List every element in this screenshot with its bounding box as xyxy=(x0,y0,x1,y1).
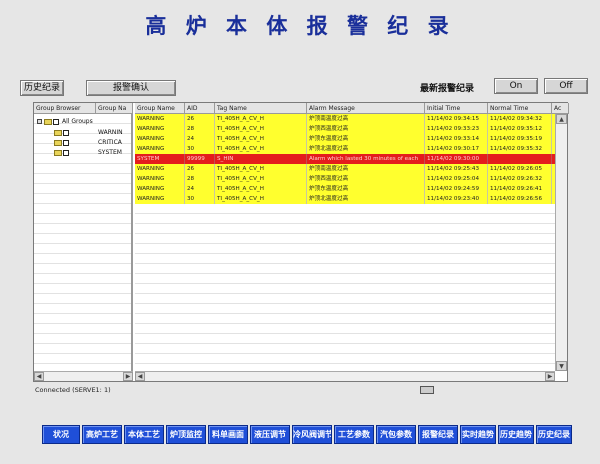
tree-header-group-name[interactable]: Group Na xyxy=(96,103,133,114)
checkbox-icon[interactable] xyxy=(63,139,69,146)
alarm-viewer-panel: Group Browser Group Na All Groups WARNIN… xyxy=(33,102,569,382)
nav-button-realtime-trend[interactable]: 实时趋势 xyxy=(460,425,496,444)
connection-status: Connected (SERVE1: 1) xyxy=(35,386,111,394)
table-row[interactable]: WARNING 28 TI_405H_A_CV_H 炉顶西温度过高 11/14/… xyxy=(135,174,555,184)
col-header-group-name[interactable]: Group Name xyxy=(135,103,185,114)
nav-button-blast-furnace-process[interactable]: 高炉工艺 xyxy=(82,425,122,444)
nav-button-history-trend[interactable]: 历史趋势 xyxy=(498,425,534,444)
nav-button-hydraulic[interactable]: 液压调节 xyxy=(250,425,290,444)
vertical-scrollbar[interactable]: ▲ ▼ xyxy=(555,114,567,371)
scroll-up-icon[interactable]: ▲ xyxy=(556,114,567,124)
connection-icon xyxy=(420,386,434,394)
table-row[interactable]: WARNING 24 TI_405H_A_CV_H 炉顶东温度过高 11/14/… xyxy=(135,134,555,144)
group-name-warning: WARNIN xyxy=(98,129,123,136)
table-row[interactable]: WARNING 26 TI_405H_A_CV_H 炉顶南温度过高 11/14/… xyxy=(135,164,555,174)
col-header-ack[interactable]: Ac xyxy=(552,103,569,114)
table-row[interactable]: WARNING 28 TI_405H_A_CV_H 炉顶西温度过高 11/14/… xyxy=(135,124,555,134)
table-horizontal-scrollbar[interactable]: ◀ ▶ xyxy=(135,371,555,381)
nav-button-alarm-record[interactable]: 报警纪录 xyxy=(418,425,458,444)
nav-button-history-record[interactable]: 历史纪录 xyxy=(536,425,572,444)
table-row[interactable]: WARNING 24 TI_405H_A_CV_H 炉顶东温度过高 11/14/… xyxy=(135,184,555,194)
col-header-tag-name[interactable]: Tag Name xyxy=(215,103,307,114)
table-row[interactable]: WARNING 30 TI_405H_A_CV_H 炉顶北温度过高 11/14/… xyxy=(135,194,555,204)
collapse-icon[interactable] xyxy=(37,119,42,124)
scroll-down-icon[interactable]: ▼ xyxy=(556,361,567,371)
tree-item-critical[interactable] xyxy=(54,138,72,147)
history-record-button[interactable]: 历史纪录 xyxy=(20,80,64,96)
folder-icon xyxy=(54,129,62,136)
col-header-normal-time[interactable]: Normal Time xyxy=(488,103,552,114)
checkbox-icon[interactable] xyxy=(63,149,69,156)
scroll-left-icon[interactable]: ◀ xyxy=(34,372,44,381)
checkbox-icon[interactable] xyxy=(63,129,69,136)
table-row[interactable]: SYSTEM 99999 S_HIN Alarm which lasted 30… xyxy=(135,154,555,164)
checkbox-icon[interactable] xyxy=(53,118,59,125)
alarm-table: WARNING 26 TI_405H_A_CV_H 炉顶南温度过高 11/14/… xyxy=(135,114,555,371)
tree-item-all-groups[interactable]: All Groups xyxy=(37,117,93,126)
tree-header-group-browser[interactable]: Group Browser xyxy=(34,103,96,114)
folder-icon xyxy=(44,118,52,125)
nav-button-material-list[interactable]: 料单画面 xyxy=(208,425,248,444)
col-header-alarm-message[interactable]: Alarm Message xyxy=(307,103,425,114)
col-header-initial-time[interactable]: Initial Time xyxy=(425,103,488,114)
scroll-left-icon[interactable]: ◀ xyxy=(135,372,145,381)
nav-button-cold-air-valve[interactable]: 冷风阀调节 xyxy=(292,425,332,444)
off-button[interactable]: Off xyxy=(544,78,588,94)
folder-icon xyxy=(54,139,62,146)
scroll-right-icon[interactable]: ▶ xyxy=(123,372,133,381)
group-name-system: SYSTEM xyxy=(98,149,122,156)
nav-button-drum-params[interactable]: 汽包参数 xyxy=(376,425,416,444)
nav-button-status[interactable]: 状况 xyxy=(42,425,80,444)
on-button[interactable]: On xyxy=(494,78,538,94)
scroll-right-icon[interactable]: ▶ xyxy=(545,372,555,381)
group-name-critical: CRITICA xyxy=(98,139,122,146)
bottom-navigation: 状况 高炉工艺 本体工艺 炉顶监控 料单画面 液压调节 冷风阀调节 工艺参数 汽… xyxy=(42,425,572,445)
col-header-aid[interactable]: AID xyxy=(185,103,215,114)
nav-button-top-monitor[interactable]: 炉顶监控 xyxy=(166,425,206,444)
table-row[interactable]: WARNING 26 TI_405H_A_CV_H 炉顶南温度过高 11/14/… xyxy=(135,114,555,124)
folder-icon xyxy=(54,149,62,156)
alarm-acknowledge-button[interactable]: 报警确认 xyxy=(86,80,176,96)
tree-item-system[interactable] xyxy=(54,148,72,157)
tree-item-warning[interactable] xyxy=(54,128,72,137)
page-title: 高 炉 本 体 报 警 纪 录 xyxy=(145,13,455,38)
table-row[interactable]: WARNING 30 TI_405H_A_CV_H 炉顶北温度过高 11/14/… xyxy=(135,144,555,154)
tree-horizontal-scrollbar[interactable]: ◀ ▶ xyxy=(34,371,133,381)
nav-button-body-process[interactable]: 本体工艺 xyxy=(124,425,164,444)
nav-button-process-params[interactable]: 工艺参数 xyxy=(334,425,374,444)
latest-alarm-label: 最新报警纪录 xyxy=(420,84,475,94)
group-browser-tree: All Groups WARNIN CRITICA SYSTEM xyxy=(34,114,133,371)
